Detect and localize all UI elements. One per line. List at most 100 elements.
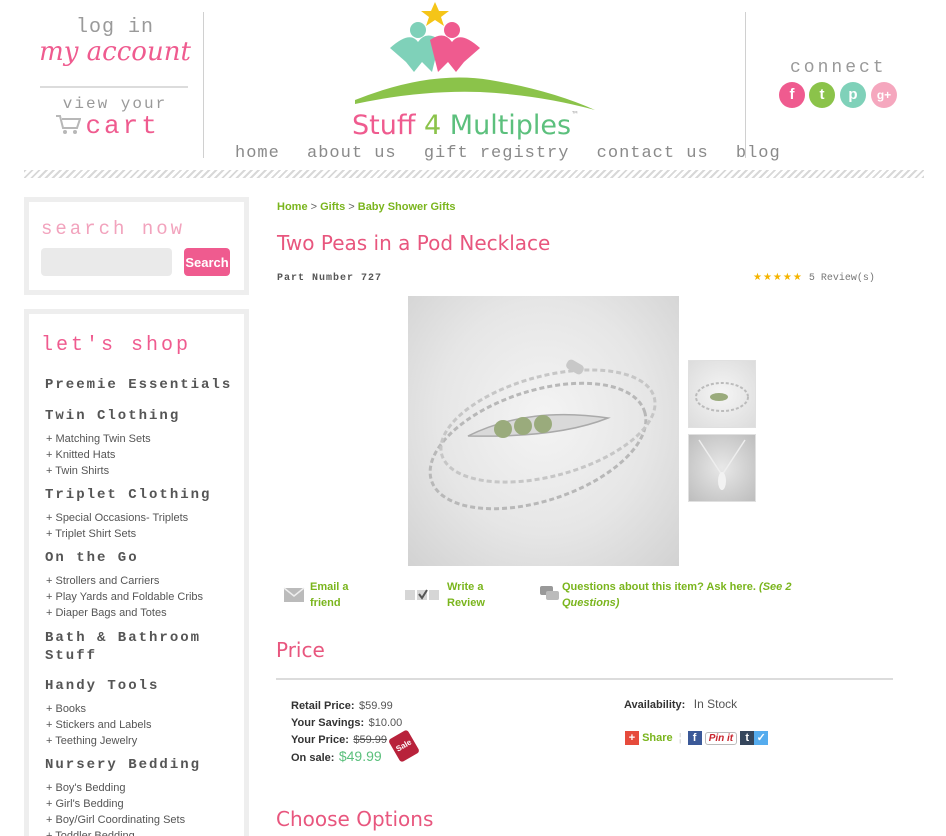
category-bath-bathroom[interactable]: Bath & Bathroom Stuff <box>45 629 225 665</box>
list-item[interactable]: + Boy/Girl Coordinating Sets <box>46 812 185 828</box>
list-item[interactable]: + Teething Jewelry <box>46 733 151 749</box>
tumblr-share-icon[interactable]: t <box>740 731 755 745</box>
product-thumbnail[interactable] <box>688 434 756 502</box>
category-preemie-essentials[interactable]: Preemie Essentials <box>45 377 232 393</box>
search-box: search now Search <box>24 197 249 295</box>
google-plus-icon[interactable]: g+ <box>871 82 897 108</box>
retail-price-row: Retail Price: $59.99 <box>291 697 402 714</box>
availability: Availability: In Stock <box>624 695 737 713</box>
sale-price-row: On sale: $49.99 <box>291 748 402 766</box>
review-count: 5 Review(s) <box>808 273 875 284</box>
nav-blog[interactable]: blog <box>736 144 781 163</box>
breadcrumb: Home > Gifts > Baby Shower Gifts <box>277 201 456 213</box>
category-nursery-bedding[interactable]: Nursery Bedding <box>45 757 201 773</box>
pin-it-button[interactable]: Pin it <box>704 731 738 745</box>
breadcrumb-home[interactable]: Home <box>277 201 308 213</box>
cart-text: cart <box>85 111 160 141</box>
list-item[interactable]: + Triplet Shirt Sets <box>46 526 188 542</box>
category-triplet-clothing[interactable]: Triplet Clothing <box>45 487 211 503</box>
breadcrumb-baby-shower-gifts[interactable]: Baby Shower Gifts <box>358 201 456 213</box>
retail-price-label: Retail Price: <box>291 700 355 712</box>
product-main-image[interactable] <box>408 296 679 566</box>
availability-value: In Stock <box>693 697 738 711</box>
list-item[interactable]: + Strollers and Carriers <box>46 573 203 589</box>
rating-summary[interactable]: ★★★★★ 5 Review(s) <box>753 272 875 284</box>
list-item[interactable]: + Knitted Hats <box>46 447 151 463</box>
on-the-go-list: + Strollers and Carriers + Play Yards an… <box>46 573 203 621</box>
twitter-icon[interactable]: t <box>809 82 835 108</box>
share-link[interactable]: Share <box>642 732 673 744</box>
savings-row: Your Savings: $10.00 <box>291 714 402 731</box>
pinterest-icon[interactable]: p <box>840 82 866 108</box>
cart-label: cart <box>85 111 159 141</box>
price-divider <box>276 678 893 680</box>
breadcrumb-separator: > <box>310 201 318 213</box>
list-item[interactable]: + Girl's Bedding <box>46 796 185 812</box>
thumbnail-image <box>698 439 746 490</box>
header-wavy-divider <box>24 170 924 178</box>
list-item[interactable]: + Stickers and Labels <box>46 717 151 733</box>
site-logo[interactable]: Stuff 4 Multiples™ <box>340 0 610 145</box>
questions-action[interactable] <box>540 586 560 607</box>
category-handy-tools[interactable]: Handy Tools <box>45 678 159 694</box>
search-button[interactable]: Search <box>184 248 230 276</box>
review-checks-icon <box>405 589 439 600</box>
list-item[interactable]: + Boy's Bedding <box>46 780 185 796</box>
thumbnail-image <box>695 382 749 412</box>
savings-value: $10.00 <box>368 717 403 729</box>
login-link[interactable]: log in <box>30 18 200 38</box>
nav-home[interactable]: home <box>235 144 280 163</box>
account-links: log in my account <box>30 18 200 67</box>
nursery-bedding-list: + Boy's Bedding + Girl's Bedding + Boy/G… <box>46 780 185 836</box>
header-divider-left <box>203 12 204 158</box>
breadcrumb-separator: > <box>348 201 355 213</box>
your-price-row: Your Price: $59.99 <box>291 731 402 748</box>
share-plus-icon[interactable]: + <box>625 731 639 745</box>
write-review-link[interactable]: Write a Review <box>447 579 497 611</box>
triplet-clothing-list: + Special Occasions- Triplets + Triplet … <box>46 510 188 542</box>
questions-link[interactable]: Questions about this item? Ask here. (Se… <box>562 579 832 611</box>
price-details: Retail Price: $59.99 Your Savings: $10.0… <box>291 697 402 766</box>
handy-tools-list: + Books + Stickers and Labels + Teething… <box>46 701 151 749</box>
list-item[interactable]: + Matching Twin Sets <box>46 431 151 447</box>
twitter-share-icon[interactable]: ✓ <box>754 731 769 745</box>
cart-link[interactable]: cart <box>55 111 160 141</box>
email-friend-link[interactable]: Email a friend <box>310 579 370 611</box>
header-divider-right <box>745 12 746 158</box>
breadcrumb-gifts[interactable]: Gifts <box>320 201 345 213</box>
category-twin-clothing[interactable]: Twin Clothing <box>45 408 180 424</box>
main-nav: home about us gift registry contact us b… <box>235 144 797 163</box>
nav-gift-registry[interactable]: gift registry <box>424 144 570 163</box>
part-number: Part Number 727 <box>277 273 383 284</box>
facebook-icon[interactable]: f <box>779 82 805 108</box>
brand-word-multiples: Multiples <box>449 110 572 141</box>
facebook-share-icon[interactable]: f <box>687 731 702 745</box>
share-separator: ¦ <box>678 732 682 744</box>
brand-word-4: 4 <box>424 110 450 141</box>
list-item[interactable]: + Books <box>46 701 151 717</box>
list-item[interactable]: + Twin Shirts <box>46 463 151 479</box>
nav-contact-us[interactable]: contact us <box>597 144 709 163</box>
list-item[interactable]: + Diaper Bags and Totes <box>46 605 203 621</box>
chat-bubble-icon <box>540 586 559 600</box>
savings-label: Your Savings: <box>291 717 365 729</box>
write-review-action[interactable] <box>405 588 441 607</box>
shop-menu: let's shop Preemie Essentials Twin Cloth… <box>24 309 249 836</box>
logo-figures-icon <box>355 2 595 110</box>
list-item[interactable]: + Play Yards and Foldable Cribs <box>46 589 203 605</box>
your-price-value: $59.99 <box>353 734 387 746</box>
sale-price-label: On sale: <box>291 752 335 764</box>
envelope-icon <box>283 587 305 602</box>
brand-word-stuff: Stuff <box>352 110 425 141</box>
category-on-the-go[interactable]: On the Go <box>45 550 139 566</box>
connect-label: connect <box>790 58 887 78</box>
your-price-label: Your Price: <box>291 734 349 746</box>
product-thumbnail[interactable] <box>688 360 756 428</box>
my-account-link[interactable]: my account <box>30 38 200 66</box>
list-item[interactable]: + Special Occasions- Triplets <box>46 510 188 526</box>
search-input[interactable] <box>41 248 172 276</box>
nav-about-us[interactable]: about us <box>307 144 397 163</box>
list-item[interactable]: + Toddler Bedding <box>46 828 185 836</box>
header-divider <box>40 86 188 88</box>
rating-stars-icon: ★★★★★ <box>753 273 803 284</box>
